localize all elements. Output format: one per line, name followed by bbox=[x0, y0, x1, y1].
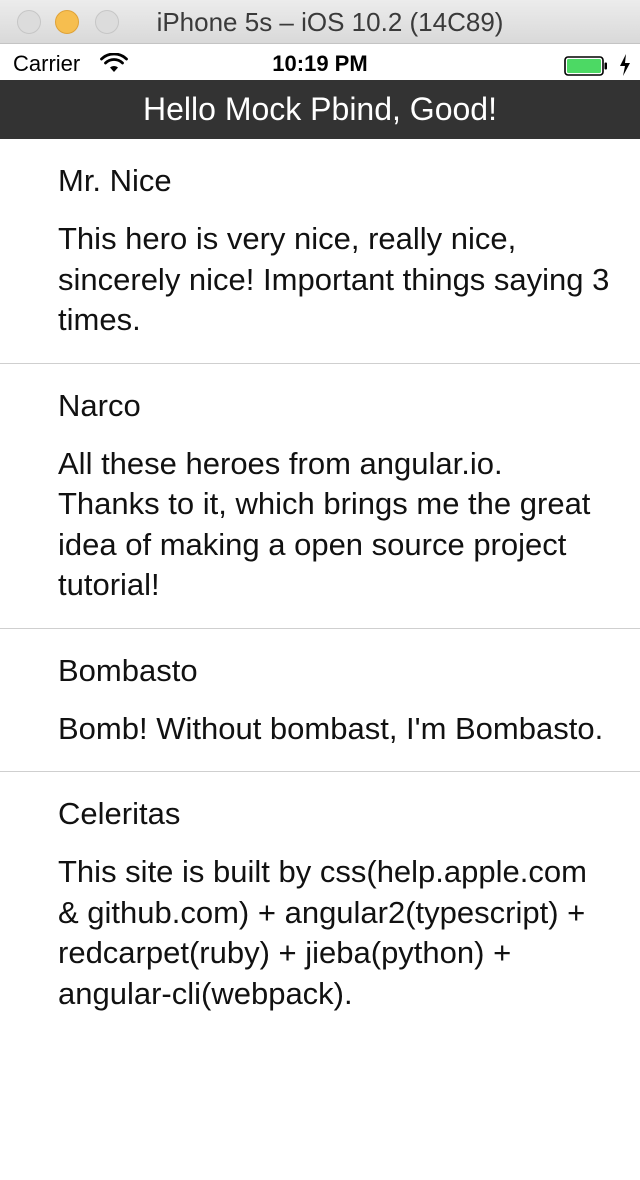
hero-description: All these heroes from angular.io. Thanks… bbox=[58, 445, 591, 603]
hero-name: Mr. Nice bbox=[58, 163, 172, 198]
hero-description: This site is built by css(help.apple.com… bbox=[58, 854, 587, 1011]
hero-description: Bomb! Without bombast, I'm Bombasto. bbox=[58, 710, 604, 746]
page-title: Hello Mock Pbind, Good! bbox=[0, 80, 640, 139]
list-item[interactable]: Narco All these heroes from angular.io. … bbox=[0, 364, 640, 629]
hero-name: Narco bbox=[58, 387, 141, 423]
list-item[interactable]: Bombasto Bomb! Without bombast, I'm Bomb… bbox=[0, 629, 640, 772]
minimize-window-button[interactable] bbox=[55, 10, 79, 34]
list-item[interactable]: Celeritas This site is built by css(help… bbox=[0, 772, 640, 1036]
hero-list: Mr. Nice This hero is very nice, really … bbox=[0, 139, 640, 1036]
simulator-window: iPhone 5s – iOS 10.2 (14C89) Carrier 10:… bbox=[0, 0, 640, 1180]
battery-icon bbox=[564, 56, 607, 76]
window-title-bar: iPhone 5s – iOS 10.2 (14C89) bbox=[0, 0, 640, 44]
status-bar: Carrier 10:19 PM bbox=[0, 44, 640, 80]
window-title: iPhone 5s – iOS 10.2 (14C89) bbox=[156, 7, 504, 37]
hero-name: Celeritas bbox=[58, 796, 181, 831]
close-window-button[interactable] bbox=[17, 10, 41, 34]
zoom-window-button[interactable] bbox=[95, 10, 119, 34]
hero-description: This hero is very nice, really nice, sin… bbox=[58, 221, 610, 337]
status-time: 10:19 PM bbox=[272, 51, 368, 76]
hero-name: Bombasto bbox=[58, 652, 198, 688]
charging-bolt-icon bbox=[620, 54, 630, 76]
list-item[interactable]: Mr. Nice This hero is very nice, really … bbox=[0, 139, 640, 364]
